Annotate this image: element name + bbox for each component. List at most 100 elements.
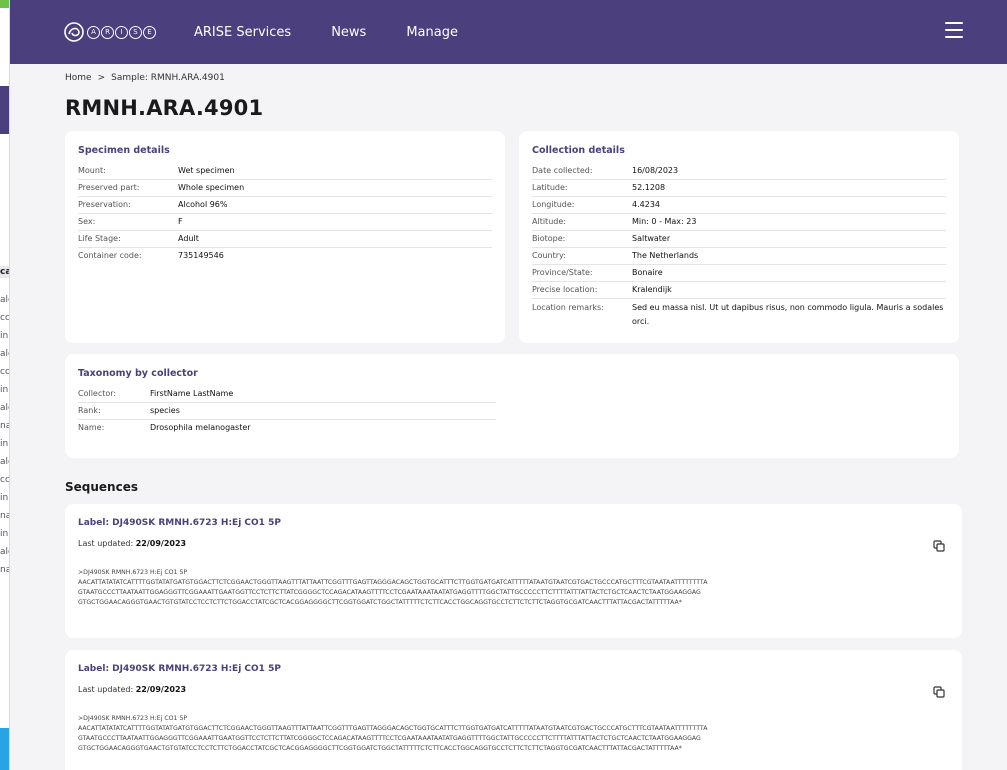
specimen-detail-row-label: Life Stage:	[78, 234, 121, 243]
specimen-detail-row-value: Wet specimen	[178, 166, 235, 175]
collection-detail-row: Precise location: Kralendijk	[532, 282, 946, 299]
collection-detail-row-value: Kralendijk	[632, 285, 672, 294]
specimen-detail-row: Life Stage: Adult	[78, 231, 492, 248]
collection-detail-row-label: Date collected:	[532, 166, 593, 175]
background-list-fragment: cc	[0, 475, 10, 485]
specimen-detail-row-value: Whole specimen	[178, 183, 245, 192]
sequence-text: >DJ490SK RMNH.6723 H:Ej CO1 5P AACATTATAT…	[78, 714, 949, 754]
collection-detail-row-value: The Netherlands	[632, 251, 699, 260]
collection-details-card: Collection details Date collected: 16/08/…	[519, 131, 959, 343]
breadcrumb-home[interactable]: Home	[65, 73, 92, 83]
breadcrumb: Home > Sample: RMNH.ARA.4901	[65, 72, 962, 84]
sequence-line: GTGCTGGAACAGGGTGAACTGTGTATCCTCCTCTTCTGGA…	[78, 745, 682, 752]
collection-detail-row-value: Bonaire	[632, 268, 663, 277]
specimen-detail-row-label: Container code:	[78, 251, 142, 260]
background-list-fragment: cc	[0, 313, 10, 323]
copy-icon[interactable]	[933, 686, 945, 698]
specimen-detail-row-label: Mount:	[78, 166, 106, 175]
specimen-detail-row: Container code: 735149546	[78, 248, 492, 264]
collection-detail-row-label: Location remarks:	[532, 303, 604, 312]
nav-arise-services[interactable]: ARISE Services	[194, 25, 291, 40]
specimen-detail-row-value: F	[178, 217, 183, 226]
background-list-fragment: ale	[0, 295, 9, 305]
collection-detail-row: Biotope: Saltwater	[532, 231, 946, 248]
taxonomy-row-value: species	[150, 406, 180, 415]
background-list-fragment: ale	[0, 457, 9, 467]
logo-letters: ARISE	[87, 25, 156, 39]
collection-detail-row: Province/State: Bonaire	[532, 265, 946, 282]
sequence-card: Label: DJ490SK RMNH.6723 H:Ej CO1 5P Last…	[65, 504, 962, 638]
arise-logo[interactable]: ARISE	[63, 21, 156, 43]
specimen-detail-row-value: 735149546	[178, 251, 224, 260]
sequence-line: GTGCTGGAACAGGGTGAACTGTGTATCCTCCTCTTCTGGA…	[78, 599, 682, 606]
collection-detail-row: Longitude: 4.4234	[532, 197, 946, 214]
background-app-strip: ca ale cc in ale cc in ale na in ale cc in na in ale na	[0, 0, 10, 770]
taxonomy-row: Collector: FirstName LastName	[78, 386, 496, 403]
last-updated-prefix: Last updated:	[78, 685, 134, 694]
last-updated-prefix: Last updated:	[78, 539, 134, 548]
background-list-fragment: ale	[0, 547, 9, 557]
taxonomy-card: Taxonomy by collector Collector: FirstNam…	[65, 354, 959, 458]
top-navbar: ARISE ARISE Services News Manage	[10, 0, 1007, 64]
logo-letter: R	[101, 25, 114, 39]
sequence-line: AACATTATATATCATTTTGGTATATGATGTGGACTTCTCG…	[78, 725, 708, 732]
sample-page: ARISE ARISE Services News Manage Home > …	[10, 0, 1007, 770]
collection-detail-row-label: Altitude:	[532, 217, 566, 226]
sequence-label: Label: DJ490SK RMNH.6723 H:Ej CO1 5P	[78, 664, 281, 674]
background-list-fragment: ale	[0, 403, 9, 413]
background-list-fragment: na	[0, 565, 9, 575]
collection-detail-row: Date collected: 16/08/2023	[532, 163, 946, 180]
sequence-header: >DJ490SK RMNH.6723 H:Ej CO1 5P	[78, 569, 188, 576]
collection-detail-row-value: 16/08/2023	[632, 166, 679, 175]
collection-details-title: Collection details	[532, 145, 625, 156]
taxonomy-row-label: Name:	[78, 423, 105, 432]
background-accent	[0, 0, 9, 8]
collection-detail-row-label: Precise location:	[532, 285, 598, 294]
sequences-title: Sequences	[65, 480, 138, 494]
sequence-line: GTAATGCCCTTAATAATTGGAGGGTTCGGAAATTGAATGG…	[78, 735, 701, 742]
page-title: RMNH.ARA.4901	[65, 96, 264, 120]
taxonomy-row-label: Rank:	[78, 406, 101, 415]
collection-detail-row: Latitude: 52.1208	[532, 180, 946, 197]
taxonomy-row: Name: Drosophila melanogaster	[78, 420, 496, 436]
specimen-details-card: Specimen details Mount: Wet specimen Prese…	[65, 131, 505, 343]
background-list-fragment: na	[0, 421, 9, 431]
nav-manage[interactable]: Manage	[406, 25, 458, 40]
specimen-detail-row: Mount: Wet specimen	[78, 163, 492, 180]
collection-detail-row-value: 52.1208	[632, 183, 666, 192]
background-list-fragment: na	[0, 511, 9, 521]
hamburger-menu-icon[interactable]	[945, 22, 963, 38]
copy-icon[interactable]	[933, 540, 945, 552]
breadcrumb-separator-icon: >	[97, 73, 106, 83]
specimen-detail-row: Preserved part: Whole specimen	[78, 180, 492, 197]
collection-detail-row: Location remarks: Sed eu massa nisl. Ut u…	[532, 299, 946, 331]
background-list-fragment: ca	[0, 266, 9, 278]
collection-detail-row-value: Sed eu massa nisl. Ut ut dapibus risus, …	[632, 303, 944, 326]
collection-detail-row: Altitude: Min: 0 - Max: 23	[532, 214, 946, 231]
last-updated-date: 22/09/2023	[135, 685, 187, 694]
nav-news[interactable]: News	[331, 25, 366, 40]
sequence-line: GTAATGCCCTTAATAATTGGAGGGTTCGGAAATTGAATGG…	[78, 589, 701, 596]
sequence-line: AACATTATATATCATTTTGGTATATGATGTGGACTTCTCG…	[78, 579, 708, 586]
collection-detail-row-label: Biotope:	[532, 234, 566, 243]
collection-detail-row-label: Longitude:	[532, 200, 575, 209]
logo-swirl-icon	[64, 22, 84, 42]
collection-detail-row-value: Min: 0 - Max: 23	[632, 217, 697, 226]
collection-detail-row-label: Latitude:	[532, 183, 568, 192]
background-list-fragment: in	[0, 385, 9, 395]
background-list-fragment: ale	[0, 349, 9, 359]
sequence-text: >DJ490SK RMNH.6723 H:Ej CO1 5P AACATTATAT…	[78, 568, 949, 608]
sequence-label: Label: DJ490SK RMNH.6723 H:Ej CO1 5P	[78, 518, 281, 528]
sequence-card: Label: DJ490SK RMNH.6723 H:Ej CO1 5P Last…	[65, 650, 962, 770]
logo-letter: S	[129, 25, 142, 39]
sequence-last-updated: Last updated: 22/09/2023	[78, 685, 949, 694]
sequence-last-updated: Last updated: 22/09/2023	[78, 539, 949, 548]
specimen-details-title: Specimen details	[78, 145, 170, 156]
taxonomy-row-value: Drosophila melanogaster	[150, 423, 251, 432]
taxonomy-title: Taxonomy by collector	[78, 368, 198, 379]
background-list-fragment: cc	[0, 367, 10, 377]
collection-detail-row: Country: The Netherlands	[532, 248, 946, 265]
last-updated-date: 22/09/2023	[135, 539, 187, 548]
specimen-detail-row-label: Preserved part:	[78, 183, 140, 192]
logo-letter: I	[115, 25, 128, 39]
